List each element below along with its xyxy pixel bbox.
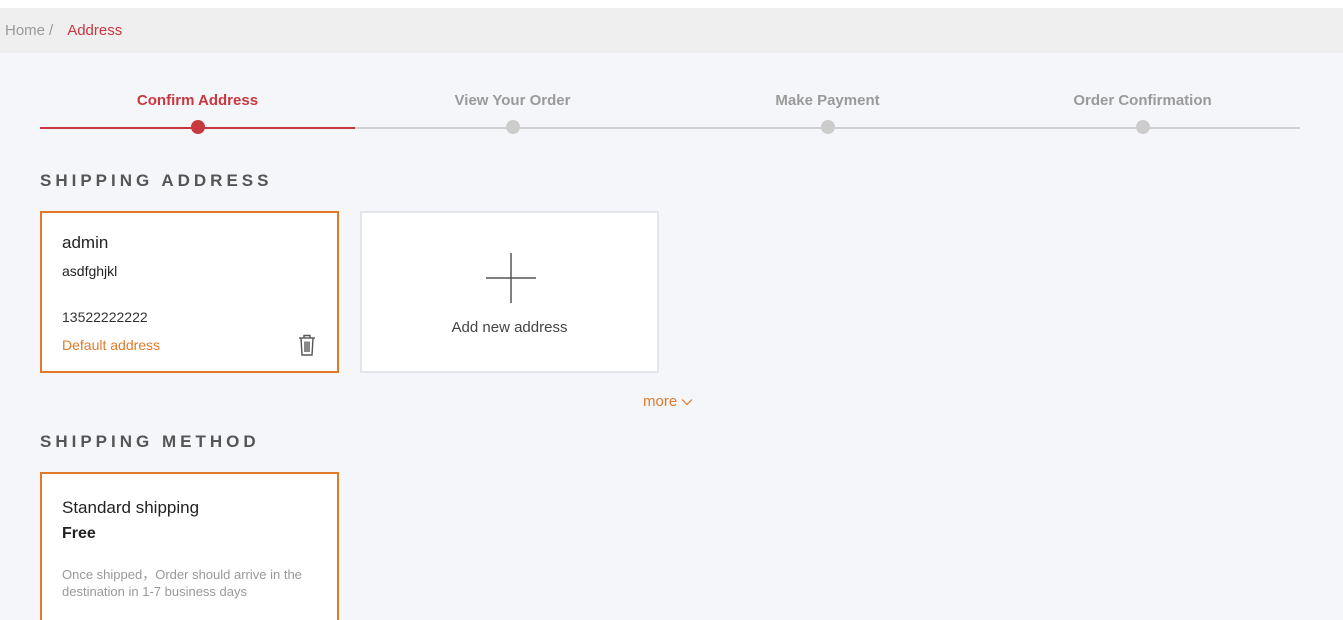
step-dot xyxy=(820,120,835,134)
more-label: more xyxy=(643,393,678,410)
top-strip xyxy=(0,0,1343,8)
shipping-method-card-standard[interactable]: Standard shipping Free Once shipped，Orde… xyxy=(40,472,339,620)
shipping-address-title: SHIPPING ADDRESS xyxy=(40,171,273,190)
more-addresses-toggle[interactable]: more xyxy=(643,393,693,410)
step-label: Order Confirmation xyxy=(1073,92,1212,109)
checkout-steps: Confirm Address View Your Order Make Pay… xyxy=(40,88,1300,138)
address-name: admin xyxy=(62,233,109,252)
shipping-method-description: Once shipped，Order should arrive in the … xyxy=(62,567,302,599)
step-order-confirmation: Order Confirmation xyxy=(985,88,1300,134)
chevron-down-icon xyxy=(681,398,693,405)
step-view-your-order: View Your Order xyxy=(355,88,670,134)
step-dot xyxy=(1135,120,1150,134)
address-phone: 13522222222 xyxy=(62,309,148,325)
shipping-method-name: Standard shipping xyxy=(62,498,200,517)
step-dot xyxy=(190,120,205,134)
shipping-method-title: SHIPPING METHOD xyxy=(40,432,260,451)
add-new-address-label: Add new address xyxy=(451,319,568,336)
breadcrumb: Home / Address xyxy=(0,8,1343,53)
address-street: asdfghjkl xyxy=(62,263,118,279)
default-address-label: Default address xyxy=(62,337,161,353)
breadcrumb-separator: / xyxy=(49,22,54,39)
trash-icon[interactable] xyxy=(298,334,316,356)
breadcrumb-home-link[interactable]: Home xyxy=(5,22,45,39)
step-label: View Your Order xyxy=(454,92,571,109)
step-label: Confirm Address xyxy=(136,92,259,109)
step-label: Make Payment xyxy=(775,92,880,109)
shipping-method-price: Free xyxy=(62,525,96,542)
add-new-address-button[interactable]: Add new address xyxy=(360,211,659,373)
breadcrumb-current: Address xyxy=(67,22,123,39)
step-make-payment: Make Payment xyxy=(670,88,985,134)
step-dot xyxy=(505,120,520,134)
plus-icon xyxy=(486,253,536,303)
step-confirm-address: Confirm Address xyxy=(40,88,355,134)
address-card-selected[interactable]: admin asdfghjkl 13522222222 Default addr… xyxy=(40,211,339,373)
